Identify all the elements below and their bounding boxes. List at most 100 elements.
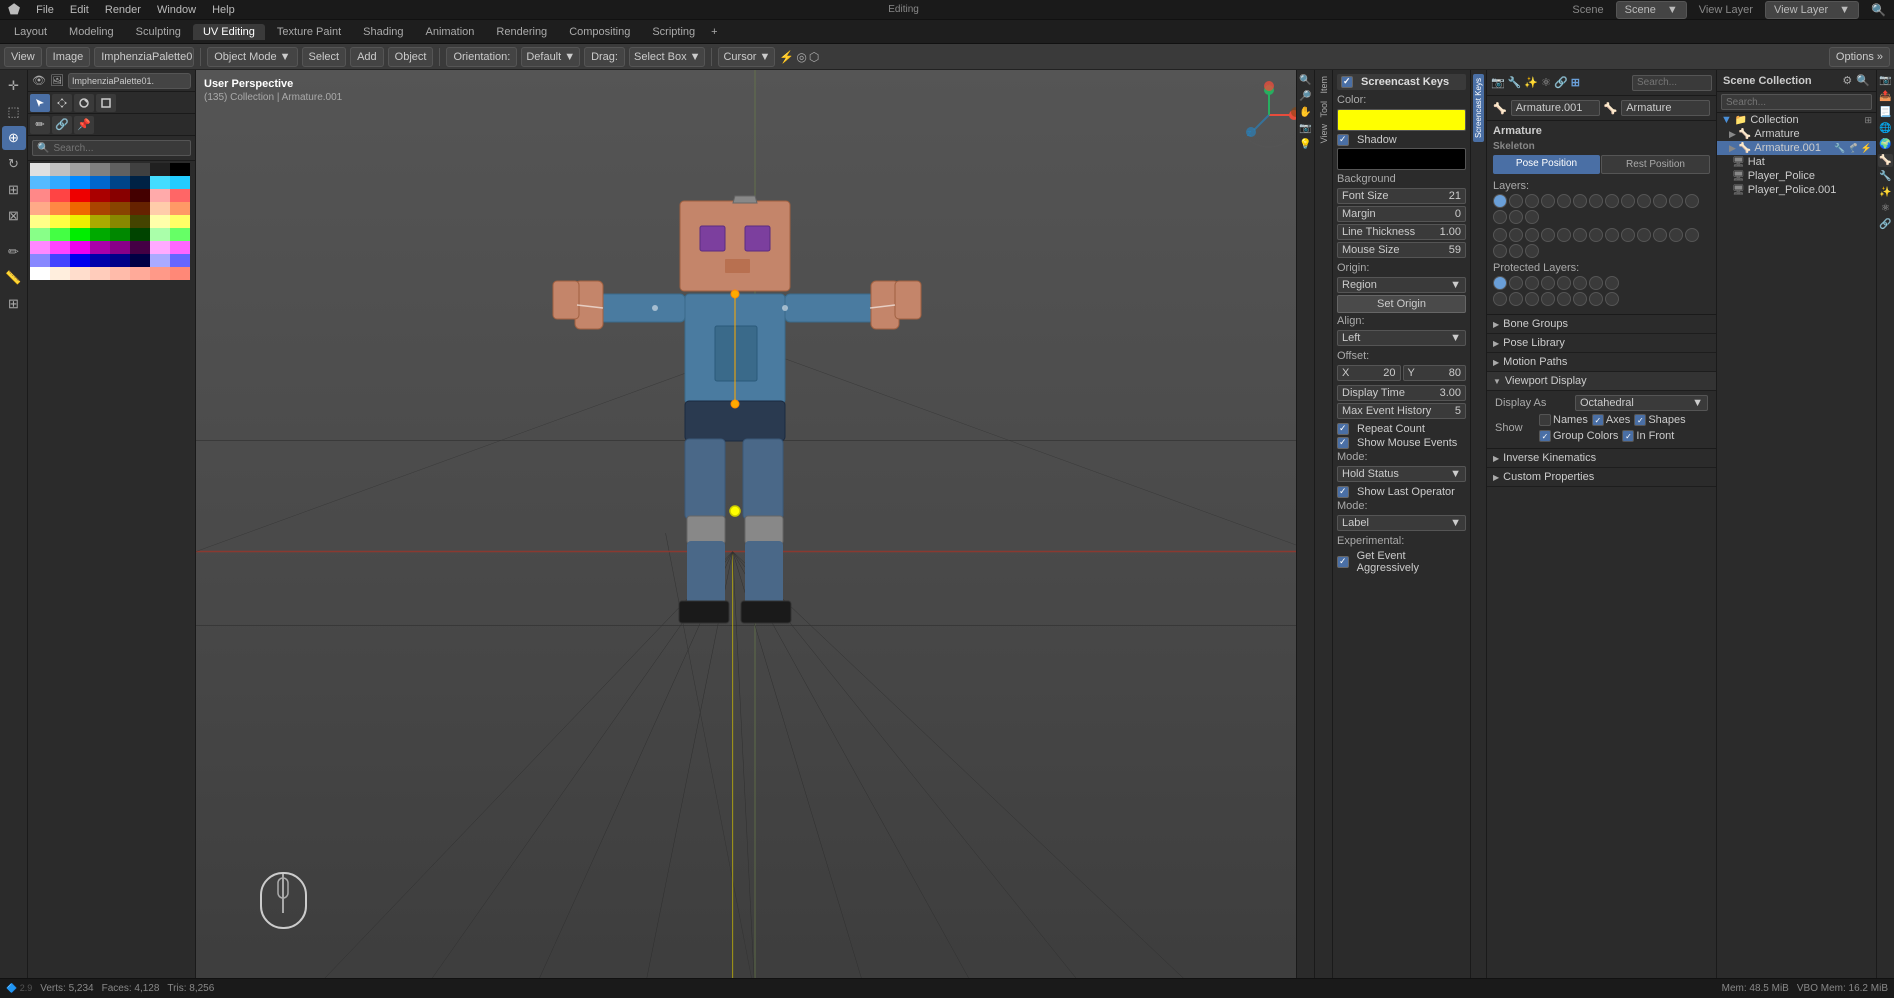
swatch[interactable]	[30, 254, 50, 267]
lamp-icon[interactable]: 💡	[1298, 138, 1312, 151]
line-thickness-field[interactable]: Line Thickness 1.00	[1337, 224, 1466, 240]
layer-17[interactable]	[1493, 228, 1507, 242]
protected-layer-4[interactable]	[1541, 276, 1555, 290]
swatch[interactable]	[110, 202, 130, 215]
protected-layer-2[interactable]	[1509, 276, 1523, 290]
image-menu[interactable]: Image	[46, 47, 91, 67]
swatch[interactable]	[150, 254, 170, 267]
swatch[interactable]	[70, 241, 90, 254]
prop-physics-data-icon[interactable]: ⚛	[1880, 202, 1891, 215]
swatch[interactable]	[50, 189, 70, 202]
tool-transform[interactable]: ⊠	[2, 204, 26, 228]
swatch[interactable]	[110, 176, 130, 189]
layer-16[interactable]	[1525, 210, 1539, 224]
layer-24[interactable]	[1605, 228, 1619, 242]
prop-particles-icon[interactable]: ✨	[1524, 76, 1538, 89]
swatch[interactable]	[30, 176, 50, 189]
swatch[interactable]	[110, 267, 130, 280]
layer-20[interactable]	[1541, 228, 1555, 242]
protected-layer-1[interactable]	[1493, 276, 1507, 290]
swatch[interactable]	[170, 228, 190, 241]
protected-layer-5[interactable]	[1557, 276, 1571, 290]
tool-annotate[interactable]: ✏	[2, 240, 26, 264]
swatch[interactable]	[30, 241, 50, 254]
offset-y-field[interactable]: Y 80	[1403, 365, 1467, 381]
swatch[interactable]	[70, 163, 90, 176]
swatch[interactable]	[150, 202, 170, 215]
cursor-dropdown[interactable]: Cursor▼	[718, 47, 775, 67]
swatch[interactable]	[150, 267, 170, 280]
outliner-item-player-police-001[interactable]: 🖥 Player_Police.001	[1717, 183, 1876, 197]
set-origin-btn[interactable]: Set Origin	[1337, 295, 1466, 313]
tab-layout[interactable]: Layout	[4, 24, 57, 40]
layer-9[interactable]	[1621, 194, 1635, 208]
outliner-item-collection[interactable]: ▼ 📁 Collection ⊞	[1717, 113, 1876, 127]
tab-texture-paint[interactable]: Texture Paint	[267, 24, 351, 40]
layer-21[interactable]	[1557, 228, 1571, 242]
swatch[interactable]	[130, 202, 150, 215]
menu-render[interactable]: Render	[101, 4, 145, 16]
image-icon[interactable]: 🖼	[50, 74, 64, 87]
mirror-icon[interactable]: ⬡	[809, 50, 819, 64]
uv-annotate-btn[interactable]: ✏	[30, 116, 50, 134]
swatch[interactable]	[30, 202, 50, 215]
tool-rotate[interactable]: ↻	[2, 152, 26, 176]
swatch[interactable]	[110, 241, 130, 254]
layer-7[interactable]	[1589, 194, 1603, 208]
swatch[interactable]	[30, 189, 50, 202]
outliner-item-armature[interactable]: ▶ 🦴 Armature	[1717, 127, 1876, 141]
view-menu[interactable]: View	[4, 47, 42, 67]
layer-31[interactable]	[1509, 244, 1523, 258]
protected-layer-9[interactable]	[1493, 292, 1507, 306]
item-icon[interactable]: Item	[1319, 74, 1329, 96]
swatch[interactable]	[50, 163, 70, 176]
menu-edit[interactable]: Edit	[66, 4, 93, 16]
layer-10[interactable]	[1637, 194, 1651, 208]
protected-layer-14[interactable]	[1573, 292, 1587, 306]
show-last-operator-checkbox[interactable]	[1337, 486, 1349, 498]
layer-25[interactable]	[1621, 228, 1635, 242]
nav-gizmo[interactable]: X Y Z	[1234, 80, 1304, 150]
layer-1[interactable]	[1493, 194, 1507, 208]
search-icon[interactable]: 🔍	[1867, 3, 1890, 17]
display-as-dropdown[interactable]: Octahedral▼	[1575, 395, 1708, 411]
protected-layer-7[interactable]	[1589, 276, 1603, 290]
pose-library-section[interactable]: ▶ Pose Library	[1487, 334, 1716, 353]
view-layer-dropdown[interactable]: View Layer▼	[1765, 1, 1859, 19]
prop-object-data-icon[interactable]: 🦴	[1878, 154, 1892, 167]
swatch[interactable]	[110, 215, 130, 228]
swatch[interactable]	[90, 228, 110, 241]
prop-scene-icon[interactable]: 🌐	[1878, 122, 1892, 135]
swatch[interactable]	[50, 228, 70, 241]
layer-6[interactable]	[1573, 194, 1587, 208]
swatch[interactable]	[130, 163, 150, 176]
swatch[interactable]	[50, 215, 70, 228]
layer-12[interactable]	[1669, 194, 1683, 208]
shapes-checkbox[interactable]: ✓	[1634, 414, 1646, 426]
swatch[interactable]	[150, 176, 170, 189]
swatch[interactable]	[90, 241, 110, 254]
swatch[interactable]	[170, 189, 190, 202]
offset-x-field[interactable]: X 20	[1337, 365, 1401, 381]
uv-move-btn[interactable]	[52, 94, 72, 112]
swatch[interactable]	[110, 228, 130, 241]
tool-measure[interactable]: 📏	[2, 266, 26, 290]
swatch[interactable]	[130, 254, 150, 267]
layer-18[interactable]	[1509, 228, 1523, 242]
layer-28[interactable]	[1669, 228, 1683, 242]
names-checkbox[interactable]	[1539, 414, 1551, 426]
font-size-field[interactable]: Font Size 21	[1337, 188, 1466, 204]
swatch[interactable]	[70, 176, 90, 189]
group-colors-checkbox[interactable]: ✓	[1539, 430, 1551, 442]
tab-sculpting[interactable]: Sculpting	[126, 24, 191, 40]
palette-search-input[interactable]	[53, 143, 186, 154]
tool-move[interactable]: ⊕	[2, 126, 26, 150]
viewport-display-section[interactable]: ▼ Viewport Display	[1487, 372, 1716, 391]
tab-compositing[interactable]: Compositing	[559, 24, 640, 40]
layer-30[interactable]	[1493, 244, 1507, 258]
proportional-icon[interactable]: ◎	[796, 50, 806, 64]
tab-rendering[interactable]: Rendering	[486, 24, 557, 40]
swatch[interactable]	[70, 202, 90, 215]
orientation-dropdown[interactable]: Default▼	[521, 47, 580, 67]
palette-selector[interactable]: ImphenziaPalette01.	[94, 47, 194, 67]
